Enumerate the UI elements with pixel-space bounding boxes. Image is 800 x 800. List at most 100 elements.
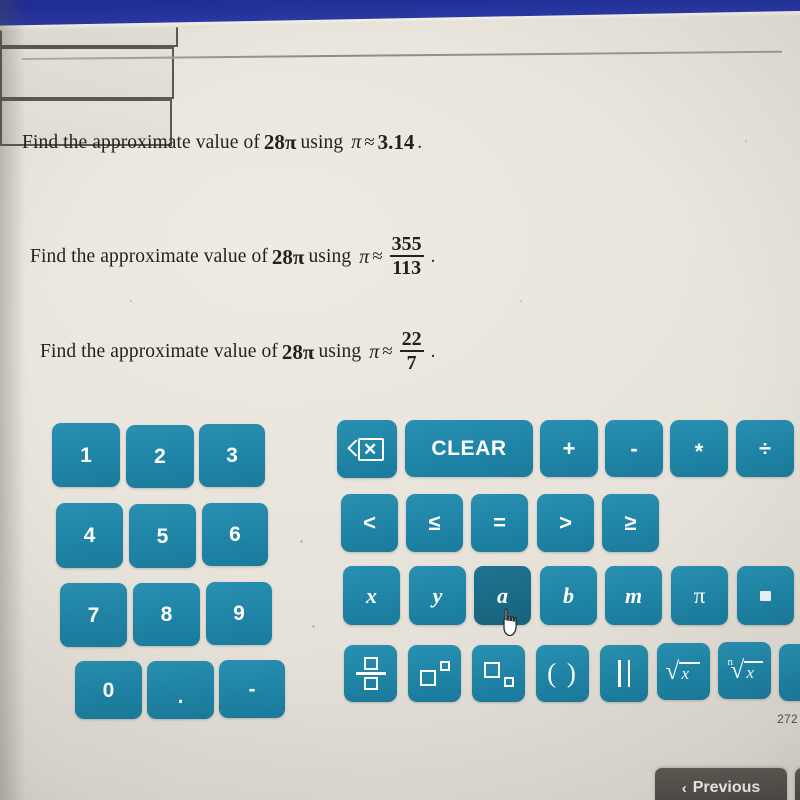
key-label: CLEAR	[431, 437, 507, 460]
key-7[interactable]: 7	[60, 583, 127, 647]
question-3-pi: π	[369, 340, 380, 363]
parentheses-icon: ( )	[547, 658, 578, 688]
key-5[interactable]: 5	[129, 504, 196, 568]
question-3-period: .	[430, 341, 436, 363]
key-variable-a[interactable]: a	[474, 566, 531, 625]
key-label: 4	[83, 524, 96, 547]
key-label: 1	[80, 443, 92, 467]
question-3-using: using	[318, 341, 362, 363]
key-label: =	[493, 510, 506, 535]
filled-square-icon	[760, 590, 771, 601]
previous-button-label: Previous	[692, 779, 761, 796]
question-2-pi: π	[359, 245, 370, 268]
key-variable-x[interactable]: x	[343, 566, 400, 625]
key-absolute-value[interactable]	[600, 645, 648, 702]
key-subscript-template[interactable]	[472, 645, 525, 702]
key-less-than[interactable]: <	[341, 494, 398, 552]
key-label: ≤	[428, 510, 441, 535]
key-minus[interactable]: -	[605, 420, 663, 477]
question-1-using: using	[300, 131, 344, 153]
question-1: Find the approximate value of 28π using …	[22, 130, 422, 155]
key-placeholder-box[interactable]	[737, 566, 794, 625]
key-label: π	[693, 583, 706, 608]
question-3: Find the approximate value of 28π using …	[40, 328, 436, 375]
key-plus[interactable]: +	[540, 420, 598, 477]
key-2[interactable]: 2	[126, 425, 194, 488]
key-label: 5	[156, 524, 169, 548]
key-0[interactable]: 0	[75, 661, 142, 719]
question-2-denominator: 113	[392, 257, 422, 280]
question-1-approx: ≈	[364, 131, 375, 153]
key-clear[interactable]: CLEAR	[405, 420, 533, 477]
key-less-than-or-equal[interactable]: ≤	[406, 494, 463, 552]
surface-speck	[312, 625, 315, 628]
key-fraction-template[interactable]	[344, 645, 397, 702]
question-1-period: .	[417, 131, 423, 153]
answer-input-2[interactable]	[0, 47, 174, 99]
previous-button[interactable]: ‹ Previous	[655, 768, 787, 800]
key-8[interactable]: 8	[133, 583, 200, 646]
question-2-period: .	[430, 246, 436, 268]
question-2-prefix: Find the approximate value of	[30, 246, 268, 268]
key-equals[interactable]: =	[471, 494, 528, 552]
nth-root-icon: n √ x	[727, 656, 763, 684]
key-superscript-template[interactable]	[408, 645, 461, 702]
key-label: 7	[87, 603, 100, 627]
key-label: 2	[154, 445, 166, 468]
question-3-fraction: 22 7	[399, 328, 424, 374]
key-label: y	[432, 582, 443, 608]
key-label: *	[694, 438, 704, 464]
key-label: ÷	[758, 435, 772, 461]
surface-speck	[300, 540, 303, 543]
key-9[interactable]: 9	[206, 582, 272, 645]
key-negative-sign[interactable]: -	[219, 660, 285, 718]
screen-photo: Find the approximate value of 28π using …	[0, 0, 800, 800]
key-square-root[interactable]: √ x	[657, 643, 710, 700]
key-6[interactable]: 6	[202, 503, 268, 566]
absolute-value-icon	[617, 660, 631, 687]
key-label: b	[563, 582, 574, 608]
question-1-value: 3.14	[377, 130, 415, 154]
fraction-icon	[355, 656, 386, 691]
key-divide[interactable]: ÷	[736, 420, 794, 477]
question-3-approx: ≈	[382, 341, 393, 363]
key-decimal-point[interactable]: .	[147, 661, 214, 719]
key-clipped-right[interactable]	[779, 644, 800, 701]
question-2-numerator: 355	[391, 233, 422, 255]
question-3-numerator: 22	[401, 328, 422, 350]
key-greater-than-or-equal[interactable]: ≥	[602, 494, 659, 552]
key-4[interactable]: 4	[56, 503, 123, 568]
key-backspace[interactable]: ✕	[337, 420, 397, 478]
key-variable-m[interactable]: m	[605, 566, 662, 625]
surface-speck	[745, 140, 747, 142]
question-2-expression: 28π	[271, 244, 305, 269]
key-label: <	[363, 510, 376, 535]
key-label: 8	[160, 603, 173, 626]
question-1-expression: 28π	[263, 130, 297, 154]
superscript-icon	[418, 660, 452, 688]
backspace-icon: ✕	[347, 437, 384, 461]
next-button-clipped[interactable]	[795, 768, 800, 800]
key-1[interactable]: 1	[52, 423, 120, 487]
key-3[interactable]: 3	[199, 424, 265, 487]
surface-speck	[520, 300, 522, 302]
key-label: .	[177, 684, 184, 708]
question-3-expression: 28π	[281, 339, 315, 364]
key-variable-b[interactable]: b	[540, 566, 597, 625]
key-label: 6	[229, 523, 241, 546]
key-variable-y[interactable]: y	[409, 566, 466, 625]
key-label: 3	[226, 444, 238, 467]
key-label: 0	[102, 678, 115, 702]
key-nth-root[interactable]: n √ x	[718, 642, 771, 699]
key-label: -	[248, 677, 256, 701]
key-parentheses[interactable]: ( )	[536, 645, 589, 702]
key-label: x	[366, 582, 377, 608]
chevron-left-icon: ‹	[681, 779, 687, 797]
surface-speck	[130, 300, 132, 302]
key-multiply[interactable]: *	[670, 420, 728, 477]
subscript-icon	[482, 660, 516, 688]
key-label: ≥	[624, 510, 637, 535]
key-pi[interactable]: π	[671, 566, 728, 625]
question-2-fraction: 355 113	[389, 233, 424, 280]
key-greater-than[interactable]: >	[537, 494, 594, 552]
